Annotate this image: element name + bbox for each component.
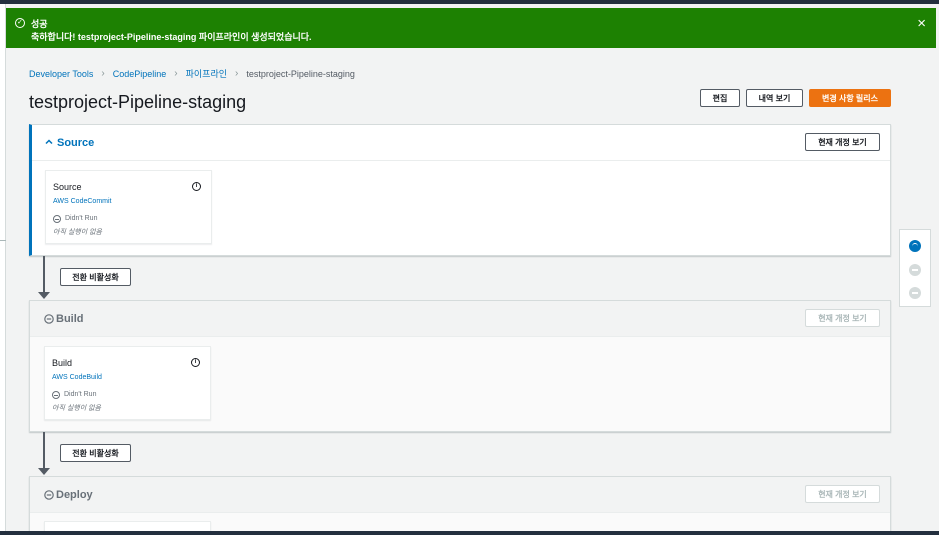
stage-name: Source bbox=[57, 137, 95, 149]
disable-transition-button[interactable]: 전환 비활성화 bbox=[60, 444, 131, 462]
action-status: Didn't Run bbox=[64, 391, 97, 398]
action-card-build: Build AWS CodeBuild i Didn't Run 아직 실행이 … bbox=[44, 346, 211, 420]
info-icon[interactable]: i bbox=[192, 182, 201, 191]
stage-nav-deploy-icon[interactable] bbox=[909, 287, 921, 299]
action-card-deploy bbox=[44, 521, 211, 531]
left-nav-collapsed bbox=[0, 4, 6, 531]
stage-deploy: Deploy 현재 개정 보기 bbox=[29, 476, 891, 531]
transition-arrow bbox=[43, 256, 45, 292]
arrow-down-icon bbox=[38, 292, 50, 299]
stage-header: Deploy 현재 개정 보기 bbox=[30, 477, 890, 513]
breadcrumb-current: testproject-Pipeline-staging bbox=[246, 68, 355, 79]
action-status: Didn't Run bbox=[65, 215, 98, 222]
breadcrumb-codepipeline[interactable]: CodePipeline bbox=[113, 69, 167, 79]
stage-build: Build 현재 개정 보기 Build AWS CodeBuild i Did… bbox=[29, 300, 891, 432]
action-provider-link[interactable]: AWS CodeBuild bbox=[52, 374, 102, 381]
stage-header: Build 현재 개정 보기 bbox=[30, 301, 890, 337]
minus-circle-icon bbox=[44, 314, 54, 324]
breadcrumb: Developer Tools › CodePipeline › 파이프라인 ›… bbox=[29, 67, 355, 80]
edit-button[interactable]: 편집 bbox=[700, 89, 740, 107]
stage-header: Source 현재 개정 보기 bbox=[32, 125, 890, 161]
stage-name: Build bbox=[56, 313, 84, 325]
info-icon[interactable]: i bbox=[191, 358, 200, 367]
transition-arrow bbox=[43, 432, 45, 468]
success-flash-banner: ✓ 성공 축하합니다! testproject-Pipeline-staging… bbox=[6, 8, 936, 48]
collapse-icon[interactable] bbox=[45, 138, 53, 146]
breadcrumb-developer-tools[interactable]: Developer Tools bbox=[29, 69, 93, 79]
stage-nav-source-icon[interactable] bbox=[909, 240, 921, 252]
release-change-button[interactable]: 변경 사항 릴리스 bbox=[809, 89, 891, 107]
action-note: 아직 실행이 없음 bbox=[53, 229, 102, 236]
stage-navigator bbox=[899, 229, 931, 307]
action-name: Build bbox=[52, 358, 73, 368]
chevron-right-icon: › bbox=[174, 68, 178, 79]
console-frame: ✓ 성공 축하합니다! testproject-Pipeline-staging… bbox=[0, 4, 939, 531]
arrow-down-icon bbox=[38, 468, 50, 475]
breadcrumb-pipelines[interactable]: 파이프라인 bbox=[186, 67, 227, 80]
close-icon[interactable]: × bbox=[917, 16, 926, 31]
action-note: 아직 실행이 없음 bbox=[52, 405, 101, 412]
not-run-status-icon bbox=[53, 215, 61, 223]
view-current-revision-button[interactable]: 현재 개정 보기 bbox=[805, 133, 880, 151]
stage-source: Source 현재 개정 보기 Source AWS CodeCommit i … bbox=[29, 124, 891, 256]
view-history-button[interactable]: 내역 보기 bbox=[746, 89, 803, 107]
action-name: Source bbox=[53, 182, 82, 192]
minus-circle-icon bbox=[44, 490, 54, 500]
chevron-right-icon: › bbox=[101, 68, 105, 79]
check-circle-icon: ✓ bbox=[15, 18, 25, 28]
flash-message: 축하합니다! testproject-Pipeline-staging 파이프라… bbox=[31, 32, 312, 42]
not-run-status-icon bbox=[52, 391, 60, 399]
view-current-revision-button[interactable]: 현재 개정 보기 bbox=[805, 485, 880, 503]
view-current-revision-button[interactable]: 현재 개정 보기 bbox=[805, 309, 880, 327]
action-card-source: Source AWS CodeCommit i Didn't Run 아직 실행… bbox=[45, 170, 212, 244]
stage-nav-build-icon[interactable] bbox=[909, 264, 921, 276]
flash-title: 성공 bbox=[31, 19, 48, 29]
disable-transition-button[interactable]: 전환 비활성화 bbox=[60, 268, 131, 286]
page-title: testproject-Pipeline-staging bbox=[29, 92, 247, 112]
chevron-right-icon: › bbox=[235, 68, 239, 79]
stage-name: Deploy bbox=[56, 489, 93, 501]
action-provider-link[interactable]: AWS CodeCommit bbox=[53, 198, 111, 205]
